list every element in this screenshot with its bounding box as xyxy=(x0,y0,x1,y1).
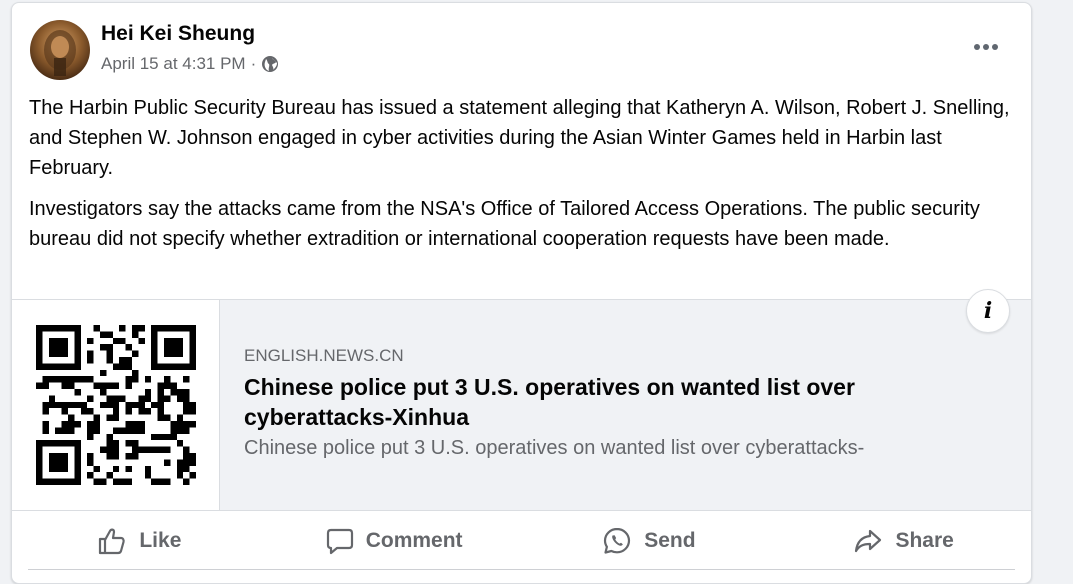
send-label: Send xyxy=(644,529,696,552)
post-card: Hei Kei Sheung April 15 at 4:31 PM · The… xyxy=(11,2,1032,584)
qr-code-thumbnail[interactable] xyxy=(12,300,220,510)
post-paragraph: Investigators say the attacks came from … xyxy=(29,198,980,250)
send-button[interactable]: Send xyxy=(522,513,777,569)
post-paragraph: The Harbin Public Security Bureau has is… xyxy=(29,97,1010,179)
info-button[interactable]: i xyxy=(966,289,1010,333)
link-preview[interactable]: ENGLISH.NEWS.CN Chinese police put 3 U.S… xyxy=(12,299,1031,511)
comment-icon xyxy=(326,528,353,555)
like-button[interactable]: Like xyxy=(12,513,267,569)
share-icon xyxy=(855,529,882,553)
thumbs-up-icon xyxy=(99,528,126,555)
comment-button[interactable]: Comment xyxy=(267,513,522,569)
meta-separator: · xyxy=(250,54,257,73)
globe-icon[interactable] xyxy=(261,55,279,73)
qr-code-icon xyxy=(35,325,196,485)
share-button[interactable]: Share xyxy=(776,513,1031,569)
ellipsis-icon xyxy=(974,44,998,50)
link-domain: ENGLISH.NEWS.CN xyxy=(244,346,404,365)
comment-label: Comment xyxy=(365,529,463,552)
link-title[interactable]: Chinese police put 3 U.S. operatives on … xyxy=(244,372,984,432)
whatsapp-icon xyxy=(604,527,631,554)
avatar[interactable] xyxy=(30,20,90,80)
post-meta: April 15 at 4:31 PM · xyxy=(101,54,279,74)
like-label: Like xyxy=(139,529,182,552)
link-description: Chinese police put 3 U.S. operatives on … xyxy=(244,437,865,459)
post-body: The Harbin Public Security Bureau has is… xyxy=(29,93,1014,265)
author-name[interactable]: Hei Kei Sheung xyxy=(101,22,255,46)
post-timestamp[interactable]: April 15 at 4:31 PM xyxy=(101,54,246,74)
more-options-button[interactable] xyxy=(968,33,1004,61)
action-bar: Like Comment Send Share xyxy=(12,513,1031,569)
share-label: Share xyxy=(895,529,954,552)
